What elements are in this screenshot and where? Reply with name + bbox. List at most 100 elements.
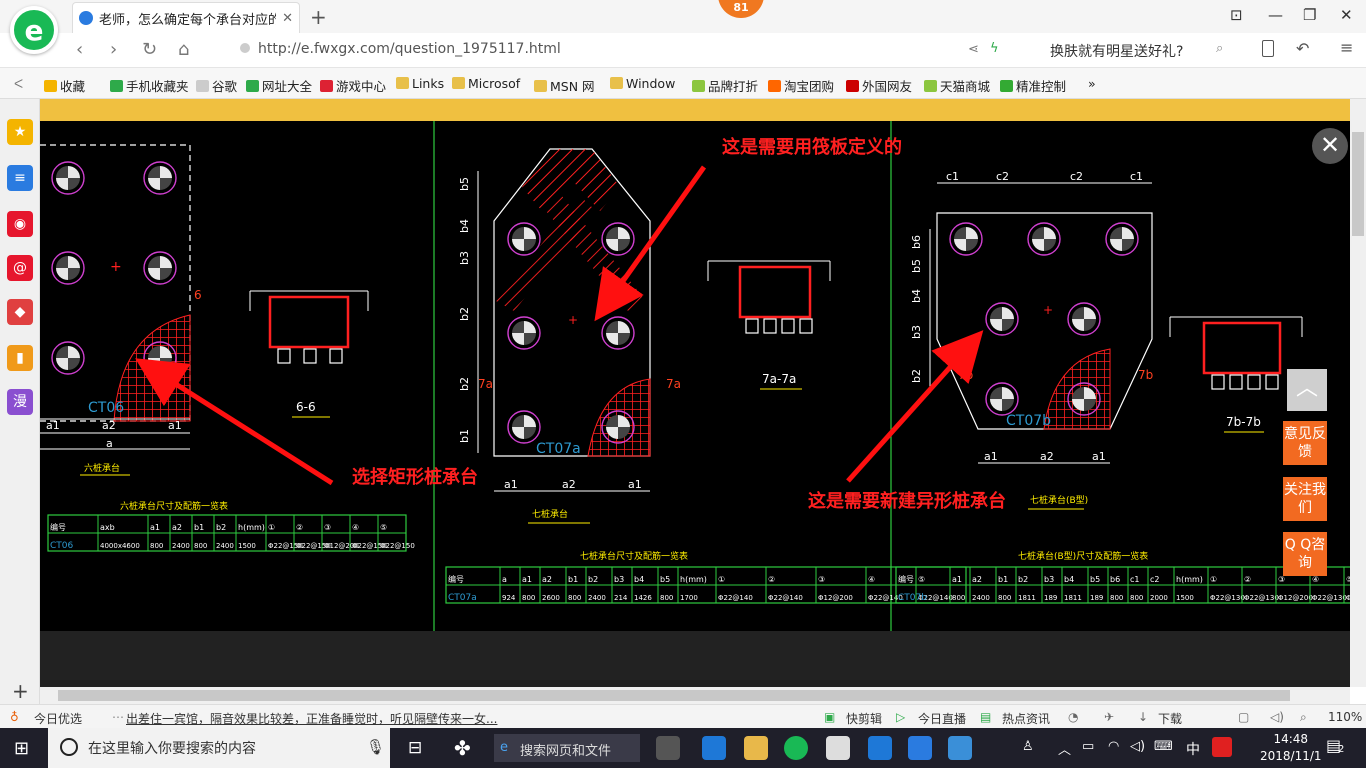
quick-edit[interactable]: 快剪辑 <box>846 710 882 727</box>
zoom-level[interactable]: 110% <box>1328 710 1362 724</box>
bookmark-item[interactable]: Microsof <box>452 76 520 91</box>
bookmark-label: 网址大全 <box>262 79 313 94</box>
browser-logo[interactable]: e <box>10 6 58 54</box>
table-header-cell: b5 <box>660 575 670 584</box>
wifi-icon[interactable]: ◠ <box>1108 739 1119 754</box>
bookmark-item[interactable]: 品牌打折 <box>692 76 758 95</box>
today-live[interactable]: 今日直播 <box>918 710 966 727</box>
today-picks[interactable]: 今日优选 <box>34 710 82 727</box>
table-cell: Φ22@130 <box>1210 594 1245 602</box>
star-icon[interactable]: ★ <box>7 119 33 145</box>
ie-app-icon[interactable] <box>702 736 726 760</box>
minimize-button[interactable]: — <box>1268 6 1283 24</box>
follow-us-button[interactable]: 关注我们 <box>1283 477 1327 521</box>
tray-expand-icon[interactable]: ︿ <box>1058 739 1071 758</box>
back-button[interactable]: ‹ <box>76 39 83 60</box>
mic-icon[interactable]: 🎙 <box>366 738 385 756</box>
task-view-icon[interactable]: ⊟ <box>408 738 422 758</box>
pile-symbol <box>949 222 983 256</box>
url-field[interactable]: http://e.fwxgx.com/question_1975117.html <box>240 41 561 57</box>
close-window-button[interactable]: ✕ <box>1340 6 1353 24</box>
sidebar-add-button[interactable]: + <box>12 679 29 703</box>
pin-icon[interactable]: ✈ <box>1104 710 1114 724</box>
bookmark-item[interactable]: 外国网友 <box>846 76 912 95</box>
book-icon[interactable]: ▮ <box>7 345 33 371</box>
sound-icon[interactable]: ◁) <box>1270 710 1284 724</box>
bookmark-item[interactable]: 精准控制 <box>1000 76 1066 95</box>
share-icon[interactable]: ⋖ <box>968 42 979 57</box>
reload-button[interactable]: ↻ <box>142 39 157 60</box>
maximize-button[interactable]: ❐ <box>1303 6 1316 24</box>
windows-start-icon[interactable]: ⊞ <box>14 738 29 759</box>
comic-icon[interactable]: 漫 <box>7 389 33 415</box>
bookmark-item[interactable]: Window <box>610 76 675 91</box>
browser-tab[interactable]: 老师，怎么确定每个承台对应的删 ✕ <box>72 2 300 33</box>
bookmark-item[interactable]: 手机收藏夹 <box>110 76 189 95</box>
mail-app-icon[interactable] <box>826 736 850 760</box>
bookmark-item[interactable]: Links <box>396 76 444 91</box>
file-explorer-icon[interactable] <box>744 736 768 760</box>
undo-icon[interactable]: ↶ <box>1296 39 1309 58</box>
mobile-icon[interactable] <box>1262 40 1274 57</box>
bookmark-item[interactable]: 收藏 <box>44 76 85 95</box>
back-to-top-button[interactable]: ︿ <box>1287 369 1327 411</box>
bookmark-item[interactable]: 天猫商城 <box>924 76 990 95</box>
notification-badge[interactable]: 81 <box>718 0 764 18</box>
sogou-icon[interactable] <box>1212 737 1232 757</box>
ime-indicator[interactable]: 中 <box>1186 739 1200 759</box>
tab-close-icon[interactable]: ✕ <box>282 11 293 26</box>
taskbar-search[interactable]: 在这里输入你要搜索的内容 🎙 <box>48 728 390 768</box>
bookmark-item[interactable]: 谷歌 <box>196 76 237 95</box>
table-header-cell: b3 <box>1044 575 1054 584</box>
battery-icon[interactable]: ▭ <box>1082 739 1094 754</box>
web-search-box[interactable]: e 搜索网页和文件 <box>494 734 640 762</box>
today-icon[interactable]: ♁ <box>10 710 19 724</box>
skin-icon[interactable]: ⊡ <box>1230 6 1243 24</box>
hot-news[interactable]: 热点资讯 <box>1002 710 1050 727</box>
home-button[interactable]: ⌂ <box>178 39 189 60</box>
edge-icon[interactable] <box>868 736 892 760</box>
keyboard-icon[interactable]: ⌨ <box>1154 739 1173 754</box>
mail-icon[interactable]: @ <box>7 255 33 281</box>
feedback-button[interactable]: 意见反馈 <box>1283 421 1327 465</box>
app-icon-8[interactable] <box>948 736 972 760</box>
tbl7a-title: 七桩承台尺寸及配筋一览表 <box>580 550 688 562</box>
people-icon[interactable]: ♙ <box>1022 739 1034 754</box>
table-cell: 800 <box>1130 594 1143 602</box>
viewer-close-button[interactable]: ✕ <box>1312 128 1348 164</box>
lightning-icon[interactable]: ϟ <box>990 41 999 56</box>
weibo-icon[interactable]: ◉ <box>7 211 33 237</box>
volume-icon[interactable]: ◁) <box>1130 739 1145 754</box>
sidebar-toggle-icon[interactable]: ᐸ <box>14 76 23 91</box>
qq-consult-button[interactable]: Q Q咨询 <box>1283 532 1327 576</box>
app-icon-1[interactable] <box>656 736 680 760</box>
dim-c2: c2 <box>1070 170 1083 183</box>
bookmark-item[interactable]: 淘宝团购 <box>768 76 834 95</box>
table-header-cell: b1 <box>998 575 1008 584</box>
new-tab-button[interactable]: + <box>310 5 327 29</box>
promo-text[interactable]: 换肤就有明星送好礼? <box>1050 41 1183 61</box>
menu-icon[interactable]: ≡ <box>1340 38 1353 57</box>
g-app-icon[interactable] <box>908 736 932 760</box>
system-clock[interactable]: 14:48 2018/11/1 <box>1260 731 1322 765</box>
bookmarks-more-icon[interactable]: » <box>1088 76 1096 91</box>
360-browser-icon[interactable] <box>784 736 808 760</box>
site-favicon-icon <box>79 11 93 25</box>
search-icon[interactable]: ⌕ <box>1216 41 1223 56</box>
game-icon[interactable]: ◆ <box>7 299 33 325</box>
horizontal-scroll-thumb[interactable] <box>58 690 1290 701</box>
speed-icon[interactable]: ◔ <box>1068 710 1078 724</box>
pinwheel-icon[interactable]: ✤ <box>454 736 471 760</box>
table-header-cell: b1 <box>568 575 578 584</box>
news-ticker[interactable]: 出差住一宾馆，隔音效果比较差，正准备睡觉时，听见隔壁传来一女... <box>126 710 497 727</box>
table-header-cell: ③ <box>818 575 825 584</box>
bookmark-item[interactable]: 网址大全 <box>246 76 312 95</box>
bookmark-item[interactable]: 游戏中心 <box>320 76 386 95</box>
list-icon[interactable]: ≡ <box>7 165 33 191</box>
forward-button[interactable]: › <box>110 39 117 60</box>
bookmark-item[interactable]: MSN 网 <box>534 76 595 95</box>
vertical-scroll-thumb[interactable] <box>1352 132 1364 236</box>
bookmark-label: 外国网友 <box>862 79 913 94</box>
window-icon[interactable]: ▢ <box>1238 710 1249 724</box>
downloads[interactable]: 下载 <box>1158 710 1182 727</box>
